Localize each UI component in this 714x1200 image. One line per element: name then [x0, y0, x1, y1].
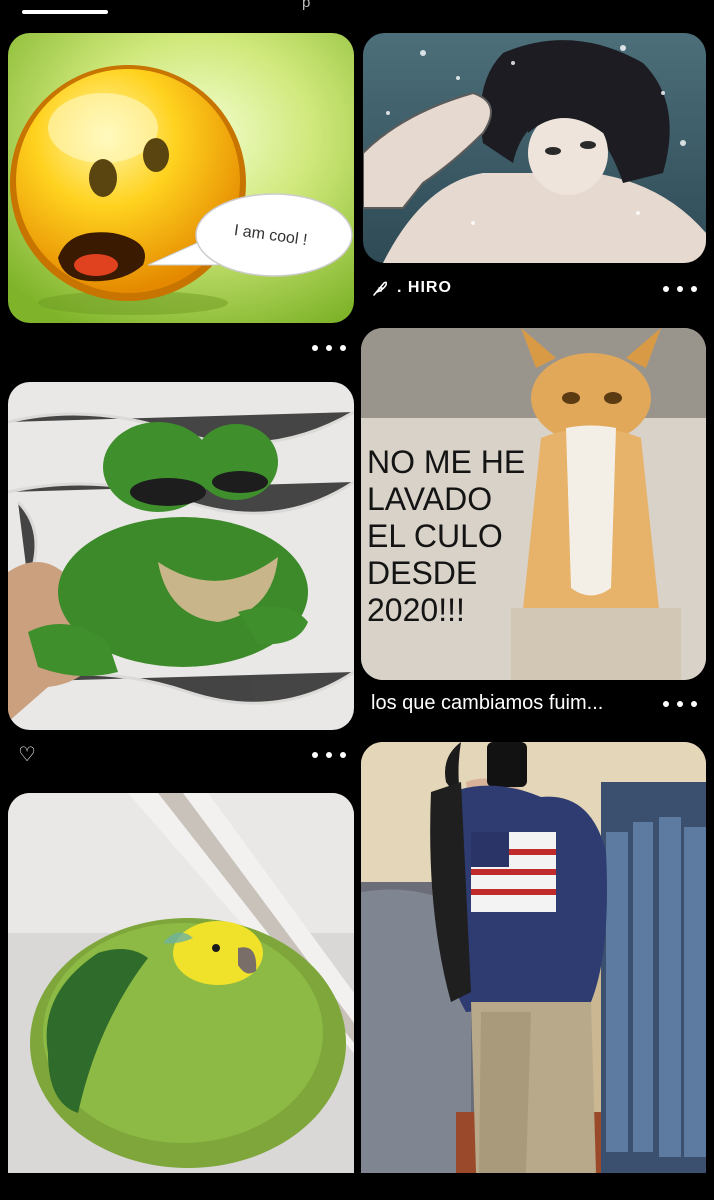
more-button-anime[interactable]: [663, 280, 697, 298]
feather-icon: [373, 281, 388, 296]
more-dots-icon: [677, 286, 683, 292]
author-name: . HIRO: [397, 279, 452, 296]
more-dots-icon: [340, 345, 346, 351]
more-dots-icon: [326, 345, 332, 351]
more-dots-icon: [663, 286, 669, 292]
pin-card-parrot[interactable]: [8, 793, 354, 1173]
more-dots-icon: [677, 701, 683, 707]
emoji-image: I am cool !: [8, 33, 354, 323]
meme-line: LAVADO: [367, 481, 492, 517]
more-button-frog[interactable]: [312, 746, 346, 764]
meme-line: DESDE: [367, 555, 477, 591]
pin-title: los que cambiamos fuim...: [371, 692, 604, 714]
heart-icon: ♡: [18, 742, 36, 766]
more-dots-icon: [663, 701, 669, 707]
meme-line: EL CULO: [367, 518, 503, 554]
tab-label-fragment[interactable]: p: [302, 0, 310, 11]
more-button-emoji[interactable]: [312, 339, 346, 357]
frog-image: [8, 382, 354, 730]
pin-card-emoji[interactable]: I am cool !: [8, 33, 354, 323]
more-dots-icon: [340, 752, 346, 758]
more-dots-icon: [312, 345, 318, 351]
pin-card-anime[interactable]: [363, 33, 706, 263]
pin-title-cat-meme[interactable]: los que cambiamos fuim...: [371, 692, 656, 715]
pin-author-anime[interactable]: . HIRO: [371, 279, 452, 297]
more-dots-icon: [691, 286, 697, 292]
more-button-cat-meme[interactable]: [663, 695, 697, 713]
pin-reaction-frog[interactable]: ♡: [18, 742, 36, 766]
meme-line: 2020!!!: [367, 592, 465, 628]
parrot-image: [8, 793, 354, 1173]
cat-meme-image: NO ME HE LAVADO EL CULO DESDE 2020!!!: [361, 328, 706, 680]
more-dots-icon: [326, 752, 332, 758]
pin-card-frog[interactable]: [8, 382, 354, 730]
meme-line: NO ME HE: [367, 444, 525, 480]
pin-card-mirror-selfie[interactable]: [361, 742, 706, 1173]
more-dots-icon: [312, 752, 318, 758]
more-dots-icon: [691, 701, 697, 707]
anime-image: [363, 33, 706, 263]
active-tab-indicator: [22, 10, 108, 14]
pin-card-cat-meme[interactable]: NO ME HE LAVADO EL CULO DESDE 2020!!!: [361, 328, 706, 680]
mirror-selfie-image: [361, 742, 706, 1173]
top-tab-bar: p: [0, 0, 714, 22]
